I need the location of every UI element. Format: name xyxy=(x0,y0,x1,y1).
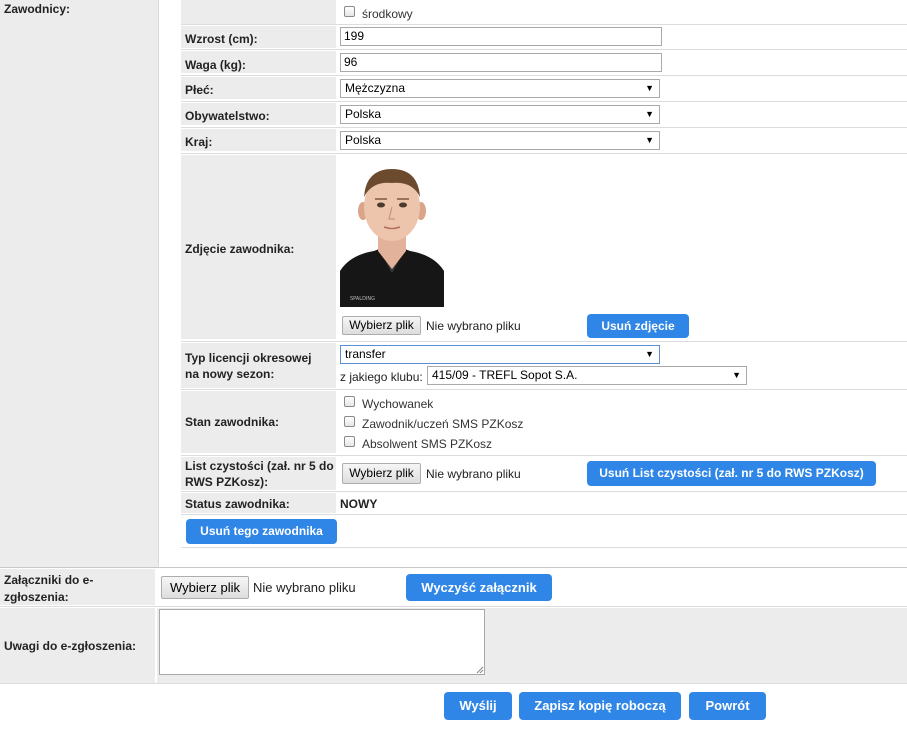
attachments-label-line2: zgłoszenia: xyxy=(4,590,69,604)
clearance-label-line1: List czystości (zał. nr 5 do xyxy=(185,459,334,473)
attachments-no-file-text: Nie wybrano pliku xyxy=(253,580,356,595)
checkbox-sms-graduate-label: Absolwent SMS PZKosz xyxy=(362,437,493,451)
club-select[interactable]: 415/09 - TREFL Sopot S.A. ▼ xyxy=(427,366,747,385)
checkbox-center-label: środkowy xyxy=(362,7,413,21)
jersey-logo-text: SPALDING xyxy=(350,296,375,302)
row-divider xyxy=(181,389,907,390)
clearance-no-file-text: Nie wybrano pliku xyxy=(426,467,521,481)
photo-choose-file-button[interactable]: Wybierz plik xyxy=(342,316,421,335)
license-type-value: transfer xyxy=(345,347,386,361)
send-button[interactable]: Wyślij xyxy=(444,692,512,720)
license-type-select[interactable]: transfer ▼ xyxy=(340,345,660,364)
checkbox-sms-student[interactable] xyxy=(344,416,355,427)
checkbox-sms-student-label: Zawodnik/uczeń SMS PZKosz xyxy=(362,417,524,431)
attachments-choose-file-button[interactable]: Wybierz plik xyxy=(161,576,249,599)
gender-select[interactable]: Mężczyzna ▼ xyxy=(340,79,660,98)
license-label-cell xyxy=(181,343,336,388)
row-divider xyxy=(181,75,907,76)
chevron-down-icon: ▼ xyxy=(732,370,741,380)
row-divider xyxy=(0,683,907,684)
chevron-down-icon: ▼ xyxy=(645,135,654,145)
citizenship-label: Obywatelstwo: xyxy=(185,109,270,123)
section-divider xyxy=(0,567,907,568)
row-divider xyxy=(181,455,907,456)
players-section-label: Zawodnicy: xyxy=(4,2,71,16)
players-label-cell xyxy=(0,0,155,568)
citizenship-value: Polska xyxy=(345,107,382,121)
height-input[interactable]: 199 xyxy=(340,27,662,46)
row-divider xyxy=(181,514,907,515)
player-photo: SPALDING xyxy=(340,159,444,307)
photo-no-file-text: Nie wybrano pliku xyxy=(426,319,521,333)
club-label: z jakiego klubu: xyxy=(340,370,423,384)
checkbox-sms-graduate[interactable] xyxy=(344,436,355,447)
status-value: NOWY xyxy=(340,497,378,511)
resize-handle-icon[interactable] xyxy=(476,666,484,674)
remove-player-button[interactable]: Usuń tego zawodnika xyxy=(186,519,337,544)
citizenship-select[interactable]: Polska ▼ xyxy=(340,105,660,124)
remove-clearance-button[interactable]: Usuń List czystości (zał. nr 5 do RWS PZ… xyxy=(587,461,876,486)
row-divider xyxy=(181,24,907,25)
remarks-textarea[interactable] xyxy=(159,609,485,675)
back-button[interactable]: Powrót xyxy=(689,692,766,720)
gender-label: Płeć: xyxy=(185,83,214,97)
chevron-down-icon: ▼ xyxy=(645,349,654,359)
remove-photo-button[interactable]: Usuń zdjęcie xyxy=(587,314,689,338)
country-label: Kraj: xyxy=(185,135,213,149)
chevron-down-icon: ▼ xyxy=(645,109,654,119)
gender-value: Mężczyzna xyxy=(345,81,406,95)
remarks-label: Uwagi do e-zgłoszenia: xyxy=(4,639,137,653)
country-select[interactable]: Polska ▼ xyxy=(340,131,660,150)
height-label: Wzrost (cm): xyxy=(185,32,258,46)
row-divider xyxy=(181,127,907,128)
checkbox-wychowanek[interactable] xyxy=(344,396,355,407)
panel-bottom-border xyxy=(181,547,907,548)
chevron-down-icon: ▼ xyxy=(645,83,654,93)
license-label-line1: Typ licencji okresowej xyxy=(185,351,312,365)
photo-label: Zdjęcie zawodnika: xyxy=(185,242,295,256)
checkbox-center[interactable] xyxy=(344,6,355,17)
row-divider xyxy=(181,153,907,154)
clearance-label-line2: RWS PZKosz): xyxy=(185,475,269,489)
attachments-label-line1: Załączniki do e- xyxy=(4,573,94,587)
license-label-line2: na nowy sezon: xyxy=(185,367,275,381)
save-draft-button[interactable]: Zapisz kopię roboczą xyxy=(519,692,681,720)
country-value: Polska xyxy=(345,133,382,147)
weight-label: Waga (kg): xyxy=(185,58,246,72)
clearance-choose-file-button[interactable]: Wybierz plik xyxy=(342,463,421,484)
status-label: Status zawodnika: xyxy=(185,497,290,511)
player-state-label: Stan zawodnika: xyxy=(185,415,280,429)
row-divider xyxy=(0,606,907,607)
row-divider xyxy=(181,491,907,492)
row-divider xyxy=(181,101,907,102)
row-divider xyxy=(181,341,907,342)
weight-input[interactable]: 96 xyxy=(340,53,662,72)
players-panel-border xyxy=(158,0,159,566)
club-value: 415/09 - TREFL Sopot S.A. xyxy=(432,368,578,382)
inner-label-column xyxy=(181,0,336,24)
row-divider xyxy=(181,49,907,50)
checkbox-wychowanek-label: Wychowanek xyxy=(362,397,434,411)
clear-attachment-button[interactable]: Wyczyść załącznik xyxy=(406,574,552,601)
